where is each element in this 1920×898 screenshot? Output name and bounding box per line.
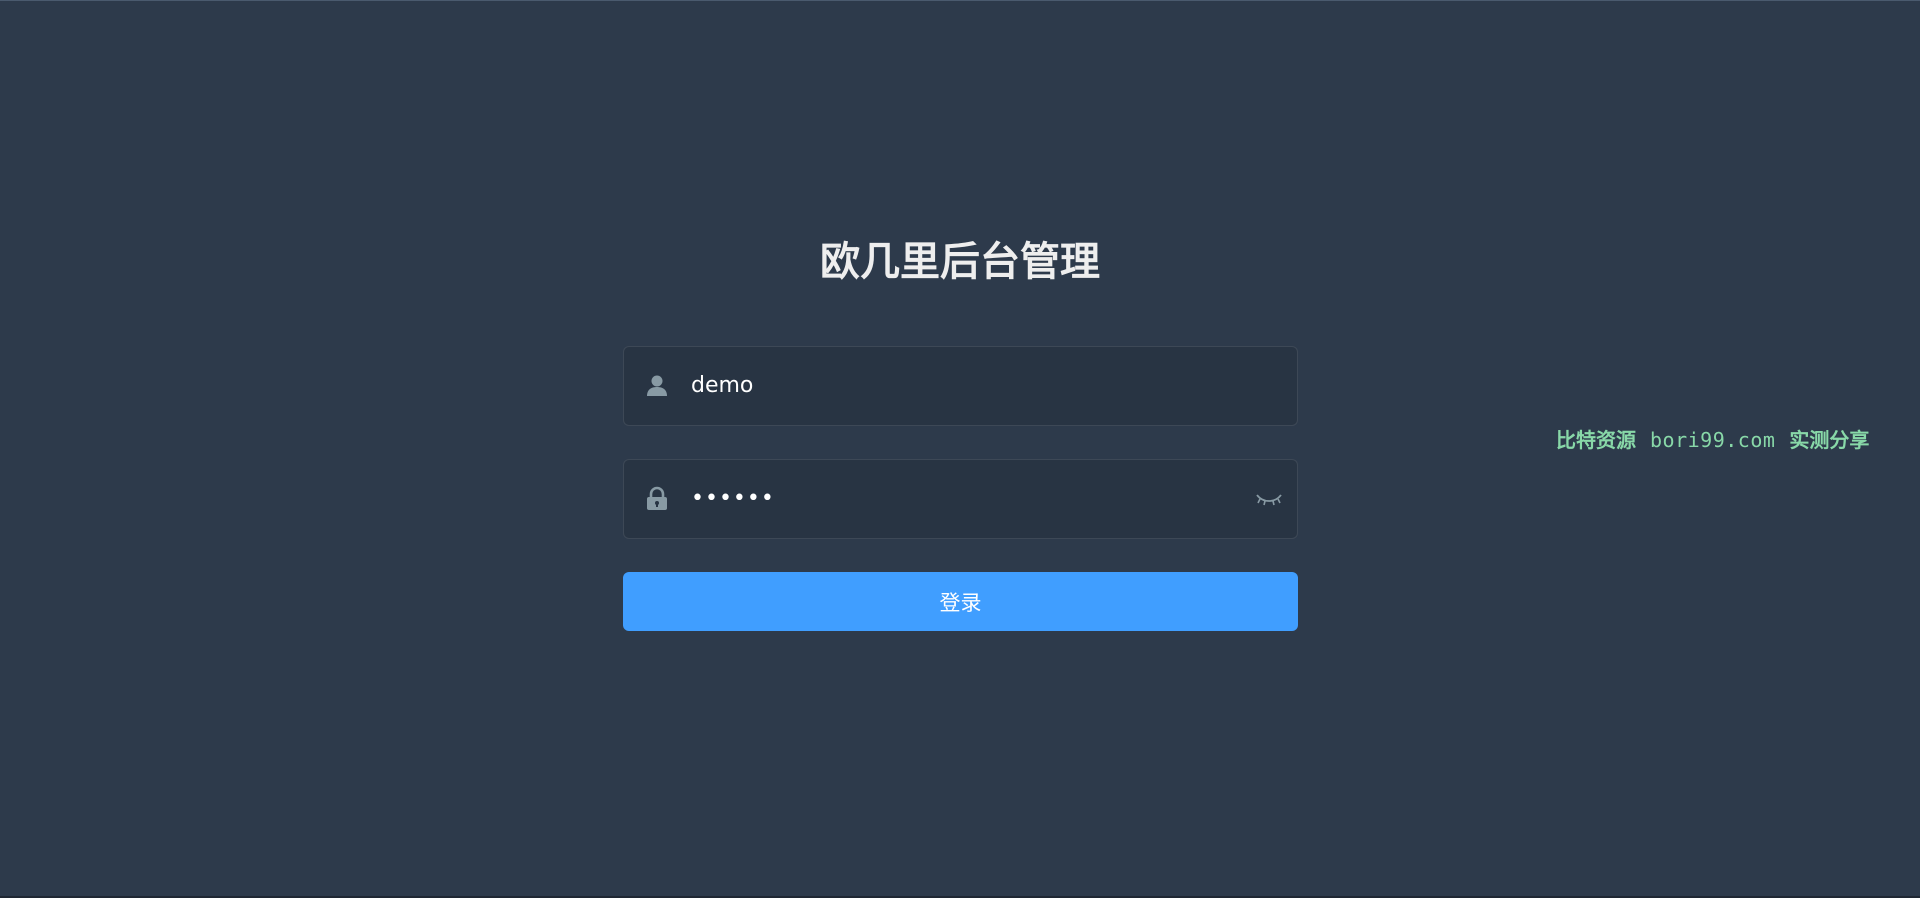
watermark: 比特资源 bori99.com 实测分享 bbox=[1556, 425, 1869, 455]
lock-icon bbox=[644, 486, 670, 512]
username-input[interactable] bbox=[691, 347, 1211, 425]
password-field[interactable]: •••••• bbox=[623, 459, 1298, 539]
login-page: 欧几里后台管理 •••••• bbox=[0, 0, 1920, 898]
password-input[interactable]: •••••• bbox=[691, 460, 1211, 538]
top-divider bbox=[0, 0, 1920, 1]
user-icon bbox=[644, 373, 670, 399]
eye-closed-icon[interactable] bbox=[1255, 488, 1283, 510]
page-title: 欧几里后台管理 bbox=[820, 239, 1100, 285]
watermark-left: 比特资源 bbox=[1556, 428, 1636, 452]
watermark-url: bori99.com bbox=[1650, 428, 1776, 452]
username-field[interactable] bbox=[623, 346, 1298, 426]
login-button[interactable]: 登录 bbox=[623, 572, 1298, 631]
watermark-right: 实测分享 bbox=[1789, 428, 1870, 452]
